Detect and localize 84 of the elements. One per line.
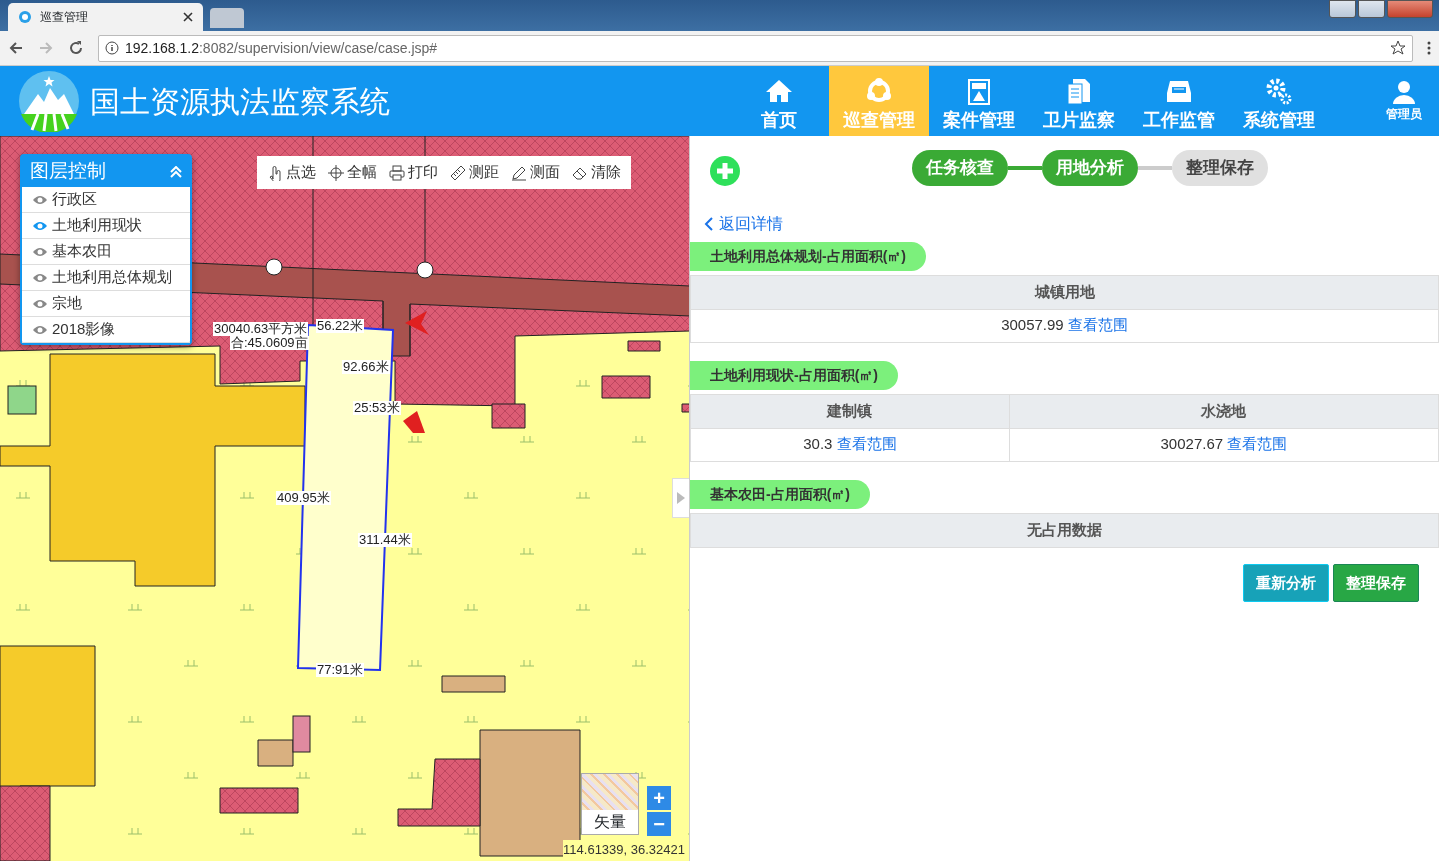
layer-panel-header[interactable]: 图层控制 <box>22 156 190 187</box>
map-point-icon <box>416 261 434 279</box>
caret-icon <box>677 492 685 504</box>
back-icon[interactable] <box>8 40 24 56</box>
view-range-link[interactable]: 查看范围 <box>1227 435 1288 453</box>
map-point-icon <box>265 258 283 276</box>
url-text: 192.168.1.2:8082/supervision/view/case/case.jsp# <box>125 38 439 58</box>
section-title: 基本农田-占用面积(㎡) <box>690 479 870 509</box>
nav-tab[interactable]: 卫片监察 <box>1029 66 1129 136</box>
arrow-marker-icon <box>405 311 429 335</box>
info-icon[interactable] <box>105 41 119 55</box>
column-header: 建制镇 <box>690 394 1010 428</box>
nav-tab[interactable]: 首页 <box>729 66 829 136</box>
layer-item[interactable]: 基本农田 <box>22 239 190 265</box>
pencil-icon <box>511 164 527 181</box>
progress-step: 整理保存 <box>1171 150 1268 186</box>
column-header: 无占用数据 <box>690 513 1439 547</box>
zoom-in-button[interactable]: + <box>647 786 671 810</box>
nav-tab[interactable]: 案件管理 <box>929 66 1029 136</box>
star-icon[interactable] <box>1390 40 1406 56</box>
view-range-link[interactable]: 查看范围 <box>1067 316 1128 334</box>
minimize-button[interactable] <box>1329 0 1356 18</box>
progress-step: 用地分析 <box>1041 150 1138 186</box>
view-range-link[interactable]: 查看范围 <box>836 435 897 453</box>
measurement-label: 25:53米 <box>353 401 401 416</box>
collapse-icon[interactable] <box>170 165 182 178</box>
measurement-label: 311.44米 <box>358 533 412 548</box>
user-icon <box>1391 79 1417 105</box>
favicon-icon <box>18 10 32 24</box>
nav-tab[interactable]: 工作监管 <box>1129 66 1229 136</box>
app-title: 国土资源执法监察系统 <box>90 83 390 120</box>
measurement-label: 合:45.0609亩 <box>230 336 309 351</box>
coordinates-text: 114.61339, 36.32421 <box>563 839 685 859</box>
progress-step: 任务核查 <box>911 150 1008 186</box>
layer-panel-title: 图层控制 <box>30 159 106 184</box>
area-value: 30057.99 <box>1001 316 1064 334</box>
layer-item[interactable]: 土地利用总体规划 <box>22 265 190 291</box>
menu-icon[interactable] <box>1427 41 1431 55</box>
arrow-marker-icon <box>403 411 425 433</box>
back-link[interactable]: 返回详情 <box>704 212 783 236</box>
user-menu[interactable]: 管理员 <box>1369 78 1439 124</box>
address-bar[interactable]: 192.168.1.2:8082/supervision/view/case/case.jsp# <box>98 34 1413 62</box>
gear-icon <box>1264 77 1294 107</box>
layer-item[interactable]: 2018影像 <box>22 317 190 343</box>
section-title: 土地利用总体规划-占用面积(㎡) <box>690 241 926 271</box>
map-thumbnail <box>582 774 638 810</box>
map-tool-button[interactable]: 打印 <box>385 161 442 184</box>
map-tool-button[interactable]: 全幅 <box>324 161 381 184</box>
area-value: 30027.67 <box>1160 435 1224 453</box>
reload-icon[interactable] <box>68 40 84 56</box>
basemap-label: 矢量 <box>593 812 627 832</box>
action-button[interactable]: 重新分析 <box>1243 563 1329 602</box>
nav-tab[interactable]: 系统管理 <box>1229 66 1329 136</box>
measurement-label: 30040.63平方米 <box>213 322 309 337</box>
column-header: 水浇地 <box>1009 394 1439 428</box>
panel-toggle-button[interactable] <box>672 478 689 518</box>
layer-item[interactable]: 宗地 <box>22 291 190 317</box>
map-tool-button[interactable]: 点选 <box>263 161 320 184</box>
basemap-switcher[interactable]: 矢量 <box>581 773 639 835</box>
chevron-left-icon <box>704 217 713 231</box>
crosshair-icon <box>328 164 344 181</box>
close-button[interactable] <box>1387 0 1433 18</box>
close-icon[interactable] <box>183 12 193 22</box>
action-button[interactable]: 整理保存 <box>1333 563 1419 602</box>
layer-item[interactable]: 行政区 <box>22 187 190 213</box>
restore-button[interactable] <box>1358 0 1385 18</box>
zoom-out-button[interactable]: − <box>647 812 671 836</box>
map-tool-button[interactable]: 清除 <box>568 161 625 184</box>
ruler-icon <box>450 164 466 181</box>
area-value: 30.3 <box>803 435 833 453</box>
measurement-label: 409.95米 <box>276 491 331 506</box>
layer-item[interactable]: 土地利用现状 <box>22 213 190 239</box>
measurement-label: 92.66米 <box>342 360 390 375</box>
hand-pointer-icon <box>267 164 283 181</box>
printer-icon <box>389 164 405 181</box>
measurement-label: 56.22米 <box>316 319 364 334</box>
section-title: 土地利用现状-占用面积(㎡) <box>690 360 898 390</box>
logo-icon <box>18 70 80 132</box>
map-tool-button[interactable]: 测面 <box>507 161 564 184</box>
measurement-label: 77:91米 <box>316 663 364 678</box>
browser-tab[interactable]: 巡查管理 <box>8 3 203 31</box>
column-header: 城镇用地 <box>690 275 1439 309</box>
tab-title: 巡查管理 <box>40 9 89 26</box>
map-tool-button[interactable]: 测距 <box>446 161 503 184</box>
